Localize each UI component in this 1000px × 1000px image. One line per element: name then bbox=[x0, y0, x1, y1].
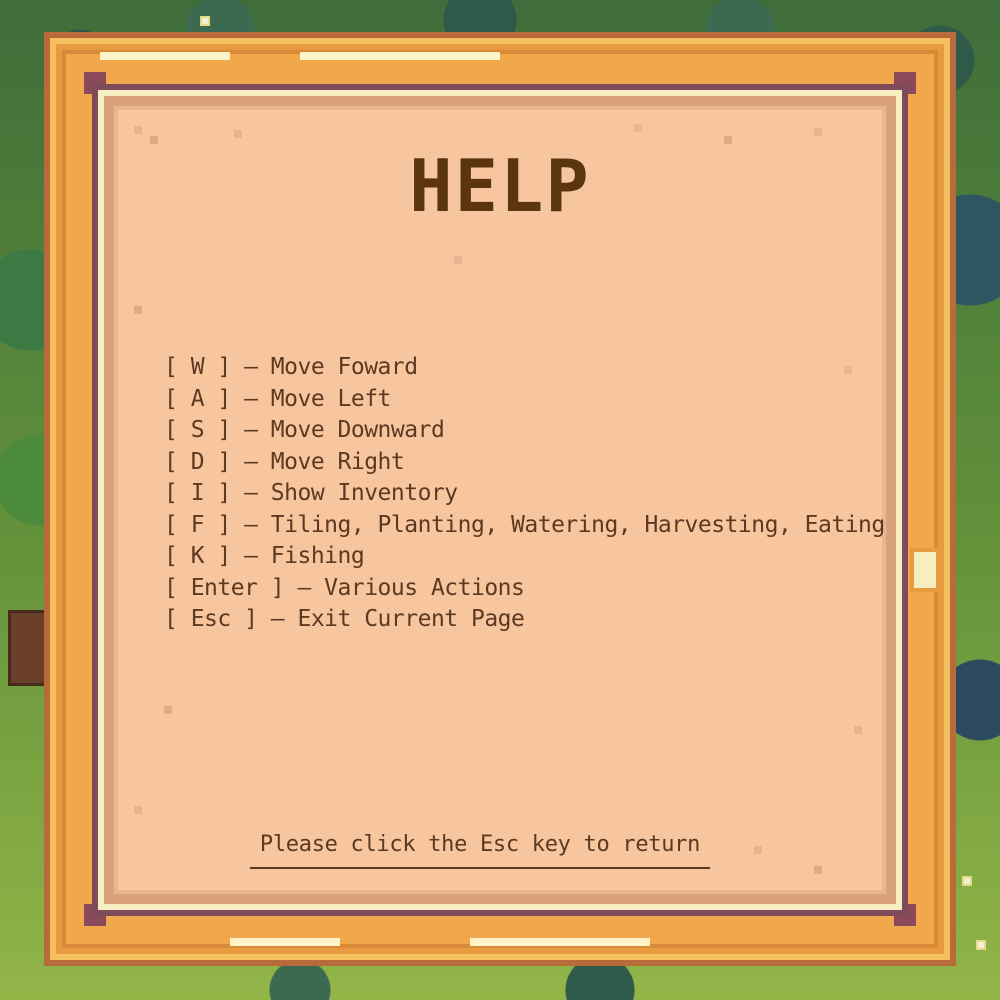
control-item-enter: [ Enter ] – Various Actions bbox=[164, 574, 525, 601]
parchment-speck bbox=[814, 866, 822, 874]
control-item-w: [ W ] – Move Foward bbox=[164, 354, 418, 380]
control-item-a: [ A ] – Move Left bbox=[164, 385, 391, 412]
parchment-speck bbox=[134, 126, 142, 134]
parchment-speck bbox=[754, 846, 762, 854]
flower-decoration bbox=[962, 876, 972, 886]
parchment-speck bbox=[634, 124, 642, 132]
help-panel-border-inner: HELP [ W ] – Move Foward [ A ] – Move Le… bbox=[98, 90, 902, 910]
parchment-speck bbox=[724, 136, 732, 144]
game-screen: HELP [ W ] – Move Foward [ A ] – Move Le… bbox=[0, 0, 1000, 1000]
help-panel-border: HELP [ W ] – Move Foward [ A ] – Move Le… bbox=[92, 84, 908, 916]
control-item-k: [ K ] – Fishing bbox=[164, 543, 365, 569]
control-item-d: [ D ] – Move Right bbox=[164, 448, 405, 475]
control-item-esc: [ Esc ] – Exit Current Page bbox=[164, 606, 525, 632]
control-item-i: [ I ] – Show Inventory bbox=[164, 480, 458, 506]
frame-side-tab bbox=[910, 548, 940, 592]
return-hint-link[interactable]: Please click the Esc key to return bbox=[250, 832, 710, 869]
parchment-speck bbox=[854, 726, 862, 734]
control-item-f: [ F ] – Tiling, Planting, Watering, Harv… bbox=[164, 511, 885, 538]
parchment-speck bbox=[150, 136, 158, 144]
help-title: HELP bbox=[409, 144, 591, 228]
parchment-speck bbox=[134, 806, 142, 814]
help-panel: HELP [ W ] – Move Foward [ A ] – Move Le… bbox=[104, 96, 896, 904]
controls-list: [ W ] – Move Foward [ A ] – Move Left [ … bbox=[164, 352, 885, 636]
frame-highlight bbox=[230, 938, 340, 946]
parchment-speck bbox=[814, 128, 822, 136]
parchment-speck bbox=[454, 256, 462, 264]
parchment-speck bbox=[234, 130, 242, 138]
frame-highlight bbox=[300, 52, 500, 60]
flower-decoration bbox=[976, 940, 986, 950]
tree-trunk-decoration bbox=[8, 610, 48, 686]
frame-highlight bbox=[100, 52, 230, 60]
frame-highlight bbox=[470, 938, 650, 946]
parchment-speck bbox=[134, 306, 142, 314]
control-item-s: [ S ] – Move Downward bbox=[164, 417, 445, 443]
flower-decoration bbox=[200, 16, 210, 26]
parchment-speck bbox=[164, 706, 172, 714]
